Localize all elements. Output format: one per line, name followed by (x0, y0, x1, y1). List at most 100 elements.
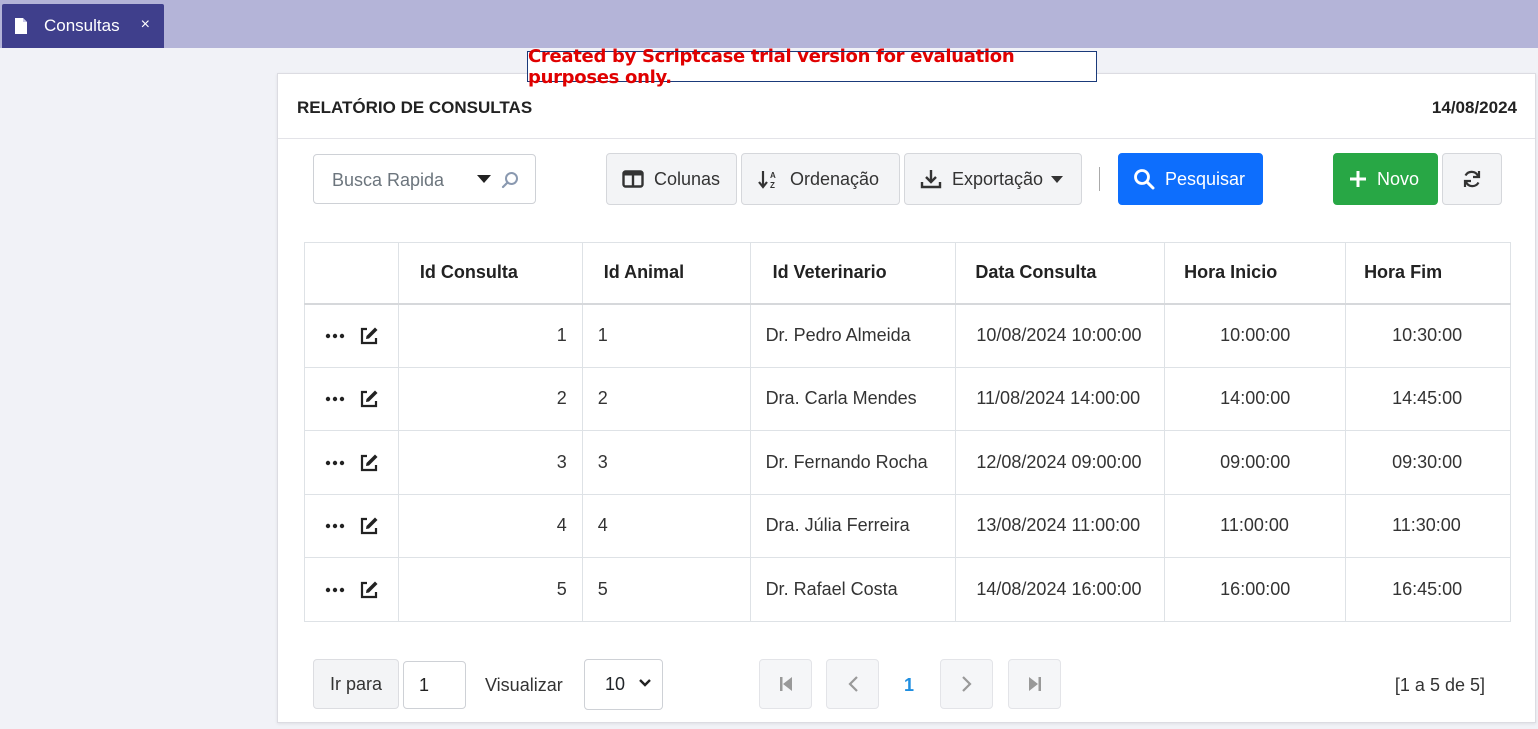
header-id-consulta[interactable]: Id Consulta (397, 242, 583, 305)
sort-button[interactable]: A Z Ordenação (741, 153, 900, 205)
per-page-label: Visualizar (485, 675, 563, 695)
cell-data-consulta: 12/08/2024 09:00:00 (955, 430, 1166, 495)
cell-veterinario: Dr. Pedro Almeida (749, 303, 957, 368)
cell-hora-inicio: 09:00:00 (1164, 430, 1347, 495)
row-actions (304, 366, 399, 431)
export-button[interactable]: Exportação (904, 153, 1082, 205)
header-hora-fim[interactable]: Hora Fim (1345, 242, 1511, 305)
more-options-icon[interactable] (325, 587, 345, 593)
cell-id-animal: 1 (581, 303, 751, 368)
more-options-icon[interactable] (325, 523, 345, 529)
cell-hora-inicio: 11:00:00 (1164, 493, 1347, 558)
table-row: 4 4 Dra. Júlia Ferreira 13/08/2024 11:00… (304, 493, 1511, 558)
search-icon[interactable] (500, 170, 520, 190)
go-to-page-button[interactable]: Ir para (313, 659, 399, 709)
refresh-button[interactable] (1442, 153, 1502, 205)
table-row: 5 5 Dr. Rafael Costa 14/08/2024 16:00:00… (304, 557, 1511, 622)
cell-hora-inicio: 14:00:00 (1164, 366, 1347, 431)
next-page-button[interactable] (940, 659, 993, 709)
consultas-table: Id Consulta Id Animal Id Veterinario Dat… (304, 242, 1511, 622)
export-label: Exportação (952, 168, 1044, 189)
header-id-veterinario[interactable]: Id Veterinario (749, 242, 957, 305)
chevron-left-icon (847, 676, 858, 692)
header-actions (304, 242, 399, 305)
cell-id-consulta: 1 (397, 303, 583, 368)
cell-id-consulta: 2 (397, 366, 583, 431)
more-options-icon[interactable] (325, 396, 345, 402)
cell-hora-fim: 14:45:00 (1345, 366, 1511, 431)
trial-notice: Created by Scriptcase trial version for … (527, 46, 1097, 88)
refresh-icon (1463, 170, 1481, 188)
go-to-page-input[interactable] (403, 661, 466, 709)
columns-button[interactable]: Colunas (606, 153, 737, 205)
columns-label: Colunas (654, 168, 721, 189)
search-input[interactable]: Busca Rapida (332, 170, 444, 191)
cell-hora-fim: 10:30:00 (1345, 303, 1511, 368)
per-page-value: 10 (605, 674, 626, 694)
header-id-animal[interactable]: Id Animal (581, 242, 751, 305)
cell-id-animal: 2 (581, 366, 751, 431)
page-title: RELATÓRIO DE CONSULTAS (297, 98, 533, 117)
new-button[interactable]: Novo (1333, 153, 1438, 205)
cell-id-consulta: 4 (397, 493, 583, 558)
header-hora-inicio[interactable]: Hora Inicio (1164, 242, 1347, 305)
download-icon (920, 170, 942, 189)
new-label: Novo (1377, 168, 1420, 189)
first-page-button[interactable] (759, 659, 812, 709)
svg-text:A: A (770, 171, 776, 180)
chevron-down-icon (639, 679, 651, 687)
plus-icon (1350, 171, 1366, 187)
more-options-icon[interactable] (325, 460, 345, 466)
quick-search-box[interactable]: Busca Rapida (313, 154, 536, 204)
cell-hora-inicio: 10:00:00 (1164, 303, 1347, 368)
record-count-info: [1 a 5 de 5] (1394, 675, 1485, 695)
caret-down-icon[interactable] (477, 175, 491, 183)
sort-icon: A Z (758, 171, 776, 189)
last-page-button[interactable] (1008, 659, 1061, 709)
row-actions (304, 430, 399, 495)
cell-hora-fim: 16:45:00 (1345, 557, 1511, 622)
cell-hora-inicio: 16:00:00 (1164, 557, 1347, 622)
row-actions (304, 557, 399, 622)
cell-data-consulta: 11/08/2024 14:00:00 (955, 366, 1166, 431)
edit-icon[interactable] (359, 453, 379, 473)
svg-text:Z: Z (770, 181, 775, 189)
cell-id-animal: 4 (581, 493, 751, 558)
table-row: 3 3 Dr. Fernando Rocha 12/08/2024 09:00:… (304, 430, 1511, 495)
cell-data-consulta: 13/08/2024 11:00:00 (955, 493, 1166, 558)
document-icon (15, 18, 27, 34)
page-number-link[interactable]: 1 (904, 675, 914, 696)
cell-id-animal: 5 (581, 557, 751, 622)
cell-data-consulta: 10/08/2024 10:00:00 (955, 303, 1166, 368)
edit-icon[interactable] (359, 389, 379, 409)
previous-page-button[interactable] (826, 659, 879, 709)
search-button[interactable]: Pesquisar (1118, 153, 1263, 205)
more-options-icon[interactable] (325, 333, 345, 339)
cell-id-consulta: 3 (397, 430, 583, 495)
search-label: Pesquisar (1165, 168, 1246, 189)
toolbar-divider (1099, 167, 1100, 191)
close-icon[interactable]: × (141, 16, 150, 34)
cell-id-animal: 3 (581, 430, 751, 495)
last-page-icon (1028, 677, 1041, 691)
tab-consultas[interactable]: Consultas × (2, 4, 164, 48)
edit-icon[interactable] (359, 516, 379, 536)
cell-veterinario: Dr. Fernando Rocha (749, 430, 957, 495)
table-row: 2 2 Dra. Carla Mendes 11/08/2024 14:00:0… (304, 366, 1511, 431)
sort-label: Ordenação (790, 168, 880, 189)
search-icon (1134, 169, 1155, 190)
edit-icon[interactable] (359, 580, 379, 600)
row-actions (304, 303, 399, 368)
columns-icon (622, 170, 644, 188)
cell-veterinario: Dra. Júlia Ferreira (749, 493, 957, 558)
tab-bar: Consultas × (0, 0, 1538, 48)
first-page-icon (779, 677, 792, 691)
cell-hora-fim: 09:30:00 (1345, 430, 1511, 495)
cell-id-consulta: 5 (397, 557, 583, 622)
edit-icon[interactable] (359, 326, 379, 346)
per-page-select[interactable]: 10 (584, 659, 663, 710)
header-data-consulta[interactable]: Data Consulta (955, 242, 1166, 305)
table-row: 1 1 Dr. Pedro Almeida 10/08/2024 10:00:0… (304, 303, 1511, 368)
row-actions (304, 493, 399, 558)
chevron-right-icon (961, 676, 972, 692)
